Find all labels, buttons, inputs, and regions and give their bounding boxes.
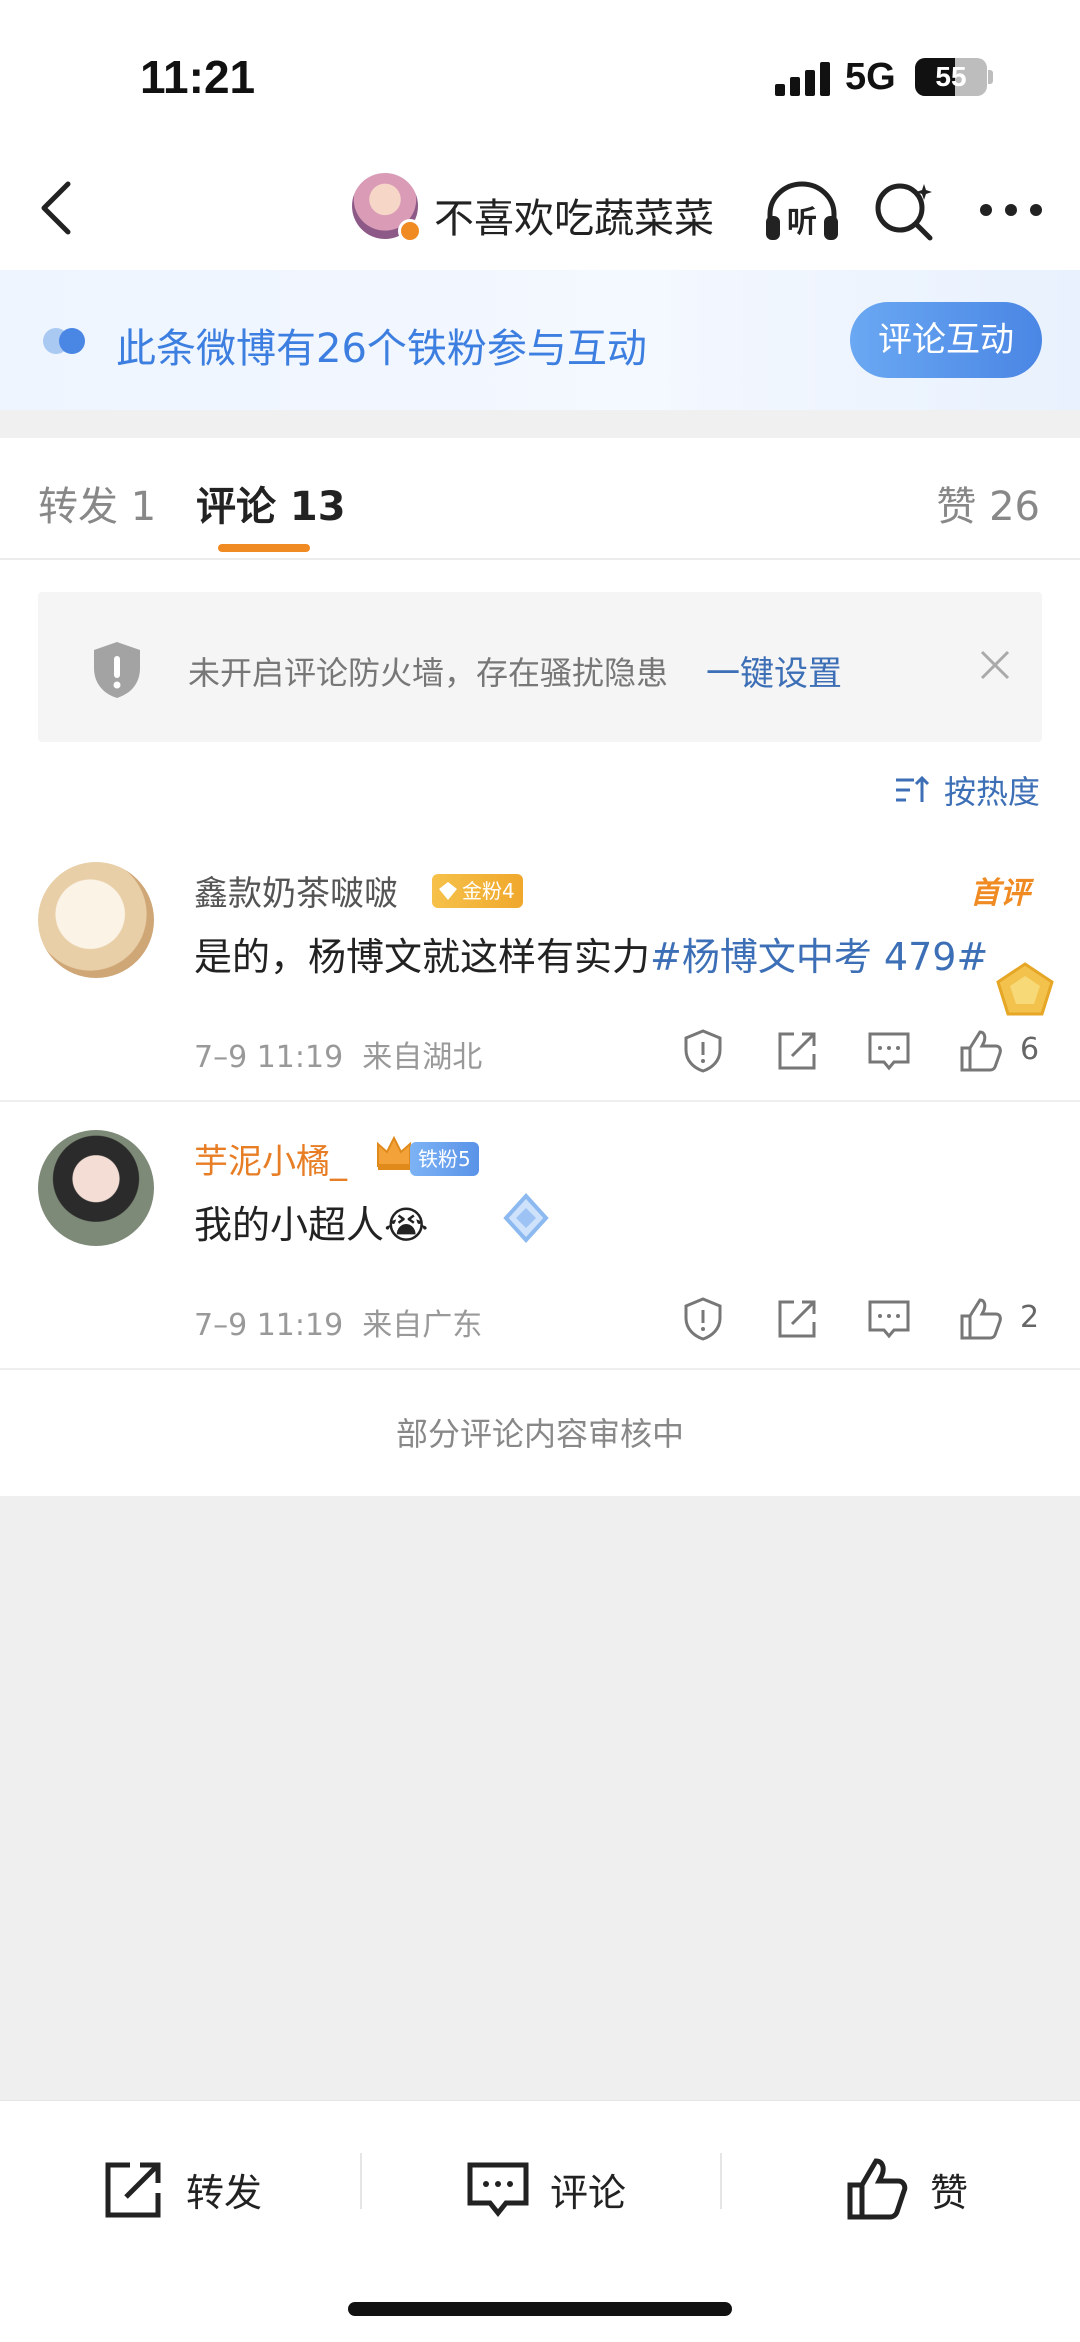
repost-icon <box>105 2162 161 2218</box>
active-tab-indicator <box>218 544 310 552</box>
tab-repost[interactable]: 转发 1 <box>38 474 156 532</box>
comment-button[interactable]: 评论 <box>466 2149 1080 2229</box>
sort-by-hot[interactable]: 按热度 <box>894 768 1040 812</box>
comment-text: 是的，杨博文就这样有实力#杨博文中考 479# <box>194 926 988 981</box>
share-icon[interactable] <box>774 1028 820 1074</box>
like-count: 2 <box>1020 1300 1040 1335</box>
comment-icon <box>467 2162 529 2218</box>
hashtag-link[interactable]: #杨博文中考 479# <box>650 935 988 979</box>
back-arrow-icon[interactable] <box>28 176 88 240</box>
crown-icon <box>377 1135 411 1170</box>
firewall-tip: 未开启评论防火墙，存在骚扰隐患 一键设置 <box>38 592 1042 742</box>
comment-time: 7–9 11:19 <box>194 1308 344 1343</box>
nav-bar: 不喜欢吃蔬菜菜 听 <box>0 150 1080 270</box>
commenter-name[interactable]: 芋泥小橘_ <box>194 1134 347 1183</box>
comment-location: 来自广东 <box>362 1308 483 1343</box>
toolbar-divider <box>720 2153 722 2209</box>
network-label: 5G <box>845 56 896 98</box>
fan-pulse-icon <box>43 328 85 354</box>
comment-location: 来自湖北 <box>362 1040 483 1075</box>
reply-icon[interactable] <box>866 1028 912 1074</box>
review-notice: 部分评论内容审核中 <box>0 1372 1080 1496</box>
search-icon[interactable] <box>872 178 938 244</box>
battery-icon: 55 <box>915 58 987 96</box>
like-label: 赞 <box>930 2170 969 2215</box>
comment-body: 我的小超人 <box>194 1203 385 1247</box>
comment-actions: 6 <box>680 1028 1040 1074</box>
first-comment-label: 首评 <box>970 876 1030 911</box>
user-avatar[interactable] <box>352 173 422 243</box>
sort-icon <box>895 775 930 802</box>
commenter-name[interactable]: 鑫款奶茶啵啵 <box>194 866 398 915</box>
reply-icon[interactable] <box>866 1296 912 1342</box>
more-options-icon[interactable] <box>978 200 1044 220</box>
comment-item: 芋泥小橘_ 铁粉5 我的小超人😭 7–9 11:19 来自广东 2 <box>0 1130 1080 1370</box>
comment-interaction-button[interactable]: 评论互动 <box>850 302 1042 378</box>
fan-badge: 铁粉5 <box>410 1142 479 1176</box>
listen-label: 听 <box>787 205 817 240</box>
gold-fan-gem-icon <box>439 882 457 900</box>
home-indicator[interactable] <box>348 2302 732 2316</box>
repost-button[interactable]: 转发 <box>102 2149 262 2229</box>
repost-label: 转发 <box>186 2170 263 2215</box>
diamond-deco-icon <box>503 1193 549 1243</box>
one-click-setup-link[interactable]: 一键设置 <box>706 646 842 695</box>
comment-meta: 7–9 11:19 来自广东 <box>194 1300 482 1344</box>
fan-badge-label: 金粉4 <box>462 879 515 903</box>
share-icon[interactable] <box>774 1296 820 1342</box>
battery-tip <box>988 70 993 84</box>
listen-headphones-icon[interactable]: 听 <box>762 176 842 246</box>
comment-body: 是的，杨博文就这样有实力 <box>194 935 651 979</box>
empty-area <box>0 1496 1080 2100</box>
firewall-message: 未开启评论防火墙，存在骚扰隐患 <box>188 654 669 692</box>
report-icon[interactable] <box>680 1296 726 1342</box>
comment-text: 我的小超人😭 <box>194 1194 428 1249</box>
shield-icon <box>94 642 140 698</box>
battery-percent: 55 <box>935 61 967 92</box>
gold-medal-icon <box>996 962 1054 1016</box>
comment-time: 7–9 11:19 <box>194 1040 344 1075</box>
fan-badge-label: 铁粉5 <box>418 1147 471 1171</box>
like-count: 6 <box>1020 1032 1040 1067</box>
status-time: 11:21 <box>140 51 256 103</box>
fan-badge: 金粉4 <box>432 874 523 908</box>
like-thumb-icon[interactable] <box>958 1296 1004 1342</box>
user-name[interactable]: 不喜欢吃蔬菜菜 <box>434 186 714 244</box>
report-icon[interactable] <box>680 1028 726 1074</box>
status-bar: 11:21 5G 55 <box>0 0 1080 150</box>
like-button[interactable]: 赞 <box>846 2149 968 2229</box>
comment-meta: 7–9 11:19 来自湖北 <box>194 1032 482 1076</box>
comment-label: 评论 <box>550 2170 627 2215</box>
like-icon <box>847 2158 908 2220</box>
signal-icon <box>775 62 831 96</box>
tab-like[interactable]: 赞 26 <box>936 474 1040 532</box>
commenter-avatar[interactable] <box>38 1130 154 1246</box>
comment-actions: 2 <box>680 1296 1040 1342</box>
verified-badge-icon <box>398 219 422 243</box>
comment-item: 鑫款奶茶啵啵 金粉4 首评 是的，杨博文就这样有实力#杨博文中考 479# 7–… <box>0 862 1080 1102</box>
commenter-avatar[interactable] <box>38 862 154 978</box>
sort-label: 按热度 <box>943 773 1040 811</box>
close-icon[interactable] <box>976 646 1014 684</box>
crying-emoji-icon: 😭 <box>384 1203 429 1247</box>
like-thumb-icon[interactable] <box>958 1028 1004 1074</box>
fan-interaction-banner: 此条微博有26个铁粉参与互动 评论互动 <box>0 270 1080 410</box>
banner-text: 此条微博有26个铁粉参与互动 <box>116 326 647 372</box>
tab-bar: 转发 1 评论 13 赞 26 <box>0 438 1080 560</box>
toolbar-divider <box>360 2153 362 2209</box>
section-divider <box>0 410 1080 438</box>
